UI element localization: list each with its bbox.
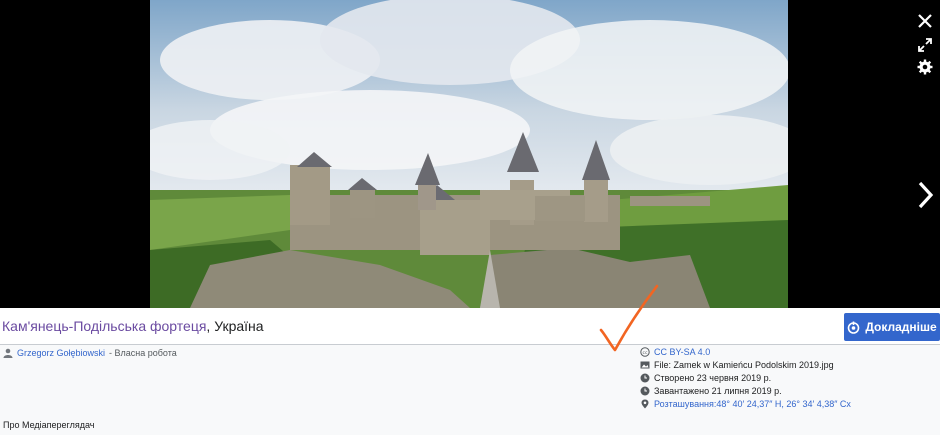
commons-icon xyxy=(848,321,860,334)
chevron-right-icon xyxy=(918,181,934,209)
file-row: File: Zamek w Kamieńcu Podolskim 2019.jp… xyxy=(640,358,851,371)
caption-bar: Кам'янець-Подільська фортеця, Україна До… xyxy=(0,308,940,345)
about-media-viewer-link[interactable]: Про Медіапереглядач xyxy=(3,420,95,430)
clock-icon xyxy=(640,373,650,383)
metadata-list: cc CC BY-SA 4.0 File: Zamek w Kamieńcu P… xyxy=(640,345,851,410)
created-row: Створено 23 червня 2019 р. xyxy=(640,371,851,384)
license-row: cc CC BY-SA 4.0 xyxy=(640,345,851,358)
author-suffix: - Власна робота xyxy=(109,348,177,358)
created-date: Створено 23 червня 2019 р. xyxy=(654,372,772,383)
license-link[interactable]: CC BY-SA 4.0 xyxy=(654,347,710,357)
uploaded-date: Завантажено 21 липня 2019 р. xyxy=(654,385,782,396)
uploaded-row: Завантажено 21 липня 2019 р. xyxy=(640,384,851,397)
location-link[interactable]: Розташування:48° 40′ 24,37″ Н, 26° 34′ 4… xyxy=(654,399,851,409)
settings-button[interactable] xyxy=(914,56,936,78)
title-link[interactable]: Кам'янець-Подільська фортеця xyxy=(2,318,206,334)
close-icon xyxy=(918,14,932,28)
checkmark-annotation xyxy=(599,284,659,352)
fullscreen-button[interactable] xyxy=(914,34,936,56)
author-row: Grzegorz Gołębiowski - Власна робота xyxy=(3,348,177,358)
gear-icon xyxy=(917,59,933,75)
details-button[interactable]: Докладніше xyxy=(844,313,940,341)
main-image xyxy=(150,0,788,308)
close-button[interactable] xyxy=(914,10,936,32)
location-row: Розташування:48° 40′ 24,37″ Н, 26° 34′ 4… xyxy=(640,397,851,410)
next-image-button[interactable] xyxy=(914,178,936,212)
clock-icon xyxy=(640,386,650,396)
title-suffix: , Україна xyxy=(206,318,264,334)
details-button-label: Докладніше xyxy=(865,320,937,334)
file-name: File: Zamek w Kamieńcu Podolskim 2019.jp… xyxy=(654,359,834,370)
user-icon xyxy=(3,348,13,358)
image-title: Кам'янець-Подільська фортеця, Україна xyxy=(2,318,264,334)
map-pin-icon xyxy=(640,399,650,409)
fullscreen-icon xyxy=(918,38,932,52)
author-link[interactable]: Grzegorz Gołębiowski xyxy=(17,348,105,358)
image-file-icon xyxy=(640,360,650,370)
media-viewer xyxy=(0,0,940,308)
